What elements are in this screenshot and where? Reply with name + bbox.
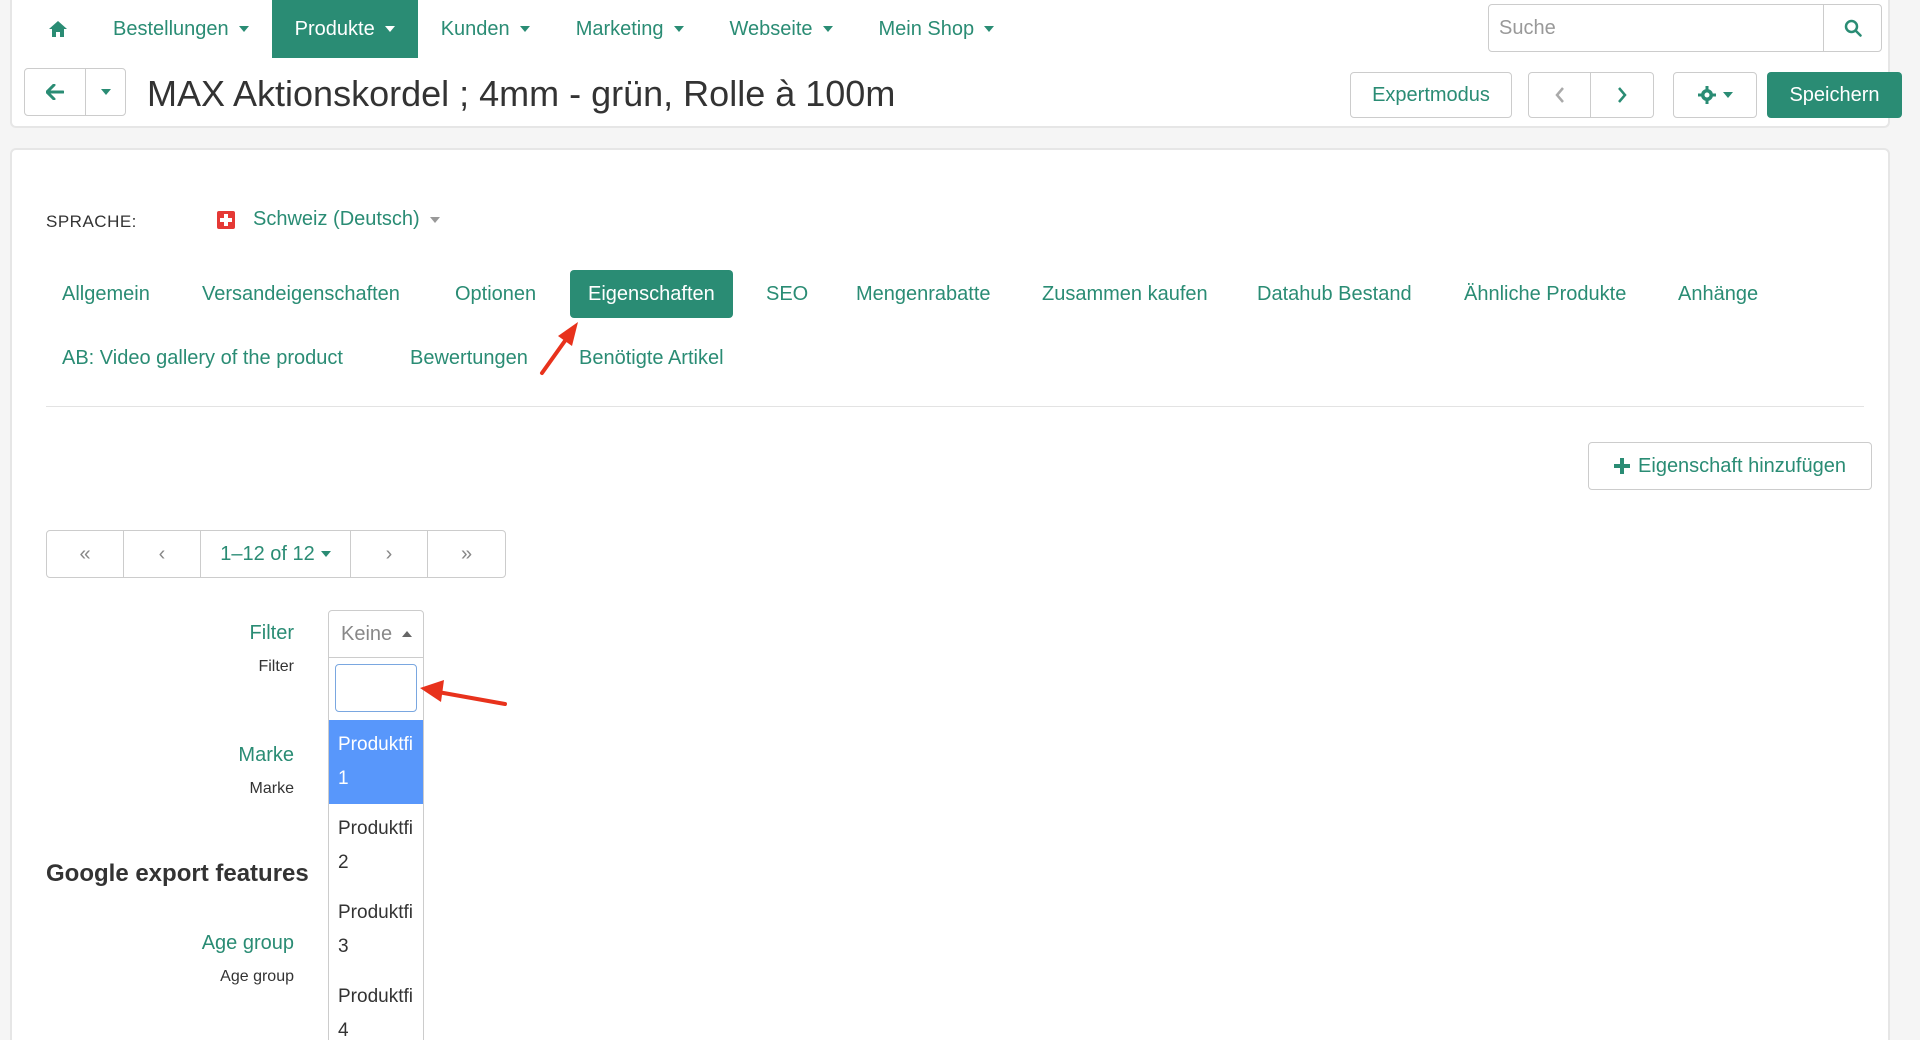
tab-bewertungen[interactable]: Bewertungen (410, 334, 528, 382)
home-icon (49, 21, 67, 37)
page-title: MAX Aktionskordel ; 4mm - grün, Rolle à … (147, 73, 896, 114)
next-page-button[interactable]: › (351, 531, 428, 577)
tab-mengenrabatte[interactable]: Mengenrabatte (856, 270, 991, 318)
previous-record-button[interactable] (1529, 73, 1592, 117)
dropdown-search-input[interactable] (335, 664, 417, 712)
dropdown-option[interactable]: Produktfi 1 (329, 720, 423, 804)
back-button[interactable] (25, 69, 86, 115)
nav-item-produkte[interactable]: Produkte (271, 0, 418, 58)
tab-seo[interactable]: SEO (766, 270, 808, 318)
filter-label: Filter (249, 622, 294, 644)
section-title: Google export features (46, 860, 309, 887)
expert-mode-button[interactable]: Expertmodus (1350, 72, 1512, 118)
tab-datahub-bestand[interactable]: Datahub Bestand (1257, 270, 1412, 318)
nav-item-kunden[interactable]: Kunden (418, 0, 553, 58)
record-nav-group (1528, 72, 1654, 118)
main-nav: Bestellungen Produkte Kunden Marketing W… (26, 0, 1017, 58)
nav-item-webseite[interactable]: Webseite (707, 0, 856, 58)
caret-down-icon (320, 551, 331, 557)
previous-page-button[interactable]: ‹ (124, 531, 201, 577)
nav-item-marketing[interactable]: Marketing (553, 0, 707, 58)
last-page-button[interactable]: » (428, 531, 505, 577)
dropdown-option[interactable]: Produktfi 3 (329, 888, 423, 972)
caret-down-icon (429, 216, 440, 223)
filter-sublabel: Filter (258, 658, 294, 675)
search-button[interactable] (1823, 5, 1881, 51)
search-icon (1844, 19, 1862, 37)
save-button[interactable]: Speichern (1767, 72, 1902, 118)
tab-versandeigenschaften[interactable]: Versandeigenschaften (202, 270, 400, 318)
caret-down-icon (238, 26, 249, 32)
brand-label: Marke (238, 744, 294, 766)
divider (46, 406, 1864, 407)
search-input[interactable] (1489, 5, 1823, 51)
tab-aehnliche-produkte[interactable]: Ähnliche Produkte (1464, 270, 1626, 318)
dropdown-option[interactable]: Produktfi 4 (329, 972, 423, 1040)
caret-down-icon (519, 26, 530, 32)
caret-down-icon (673, 26, 684, 32)
next-record-button[interactable] (1591, 73, 1653, 117)
filter-select[interactable]: Keine (328, 610, 424, 658)
flag-ch-icon (217, 210, 235, 229)
search-box (1488, 4, 1882, 52)
home-button[interactable] (26, 0, 90, 58)
caret-down-icon (822, 26, 833, 32)
caret-down-icon (384, 26, 395, 32)
tab-eigenschaften[interactable]: Eigenschaften (570, 270, 733, 318)
age-group-label: Age group (201, 932, 294, 954)
tab-benoetigte-artikel[interactable]: Benötigte Artikel (579, 334, 724, 382)
tab-zusammen-kaufen[interactable]: Zusammen kaufen (1042, 270, 1208, 318)
age-group-sublabel: Age group (220, 968, 294, 985)
filter-dropdown: Produktfi 1 Produktfi 2 Produktfi 3 Produkt… (328, 658, 424, 1040)
product-edit-panel: SPRACHE: Schweiz (Deutsch) Allgemein Ver… (10, 148, 1890, 1040)
tab-anhaenge[interactable]: Anhänge (1678, 270, 1758, 318)
nav-item-bestellungen[interactable]: Bestellungen (90, 0, 272, 58)
first-page-button[interactable]: « (47, 531, 124, 577)
gear-icon (1698, 86, 1716, 104)
caret-up-icon (402, 631, 413, 637)
caret-down-icon (100, 89, 111, 95)
dropdown-option[interactable]: Produktfi 2 (329, 804, 423, 888)
annotation-arrow-icon (420, 680, 507, 706)
language-selector[interactable]: Schweiz (Deutsch) (217, 208, 440, 231)
tab-allgemein[interactable]: Allgemein (62, 270, 150, 318)
add-property-button[interactable]: Eigenschaft hinzufügen (1588, 442, 1872, 490)
caret-down-icon (984, 26, 995, 32)
chevron-left-icon (1554, 87, 1564, 103)
plus-icon (1614, 458, 1631, 474)
caret-down-icon (1723, 92, 1733, 98)
back-button-group (24, 68, 126, 116)
page-range-selector[interactable]: 1–12 of 12 (201, 531, 351, 577)
language-label: SPRACHE: (46, 212, 137, 231)
brand-sublabel: Marke (249, 780, 294, 797)
chevron-right-icon (1618, 87, 1627, 103)
settings-button[interactable] (1673, 72, 1757, 118)
pagination: « ‹ 1–12 of 12 › » (46, 530, 506, 578)
top-navbar: Bestellungen Produkte Kunden Marketing W… (10, 0, 1902, 128)
tab-video-gallery[interactable]: AB: Video gallery of the product (62, 334, 343, 382)
tab-optionen[interactable]: Optionen (455, 270, 536, 318)
back-dropdown-button[interactable] (86, 69, 125, 115)
nav-item-mein-shop[interactable]: Mein Shop (856, 0, 1018, 58)
arrow-left-icon (46, 84, 64, 100)
language-value: Schweiz (Deutsch) (253, 208, 420, 230)
